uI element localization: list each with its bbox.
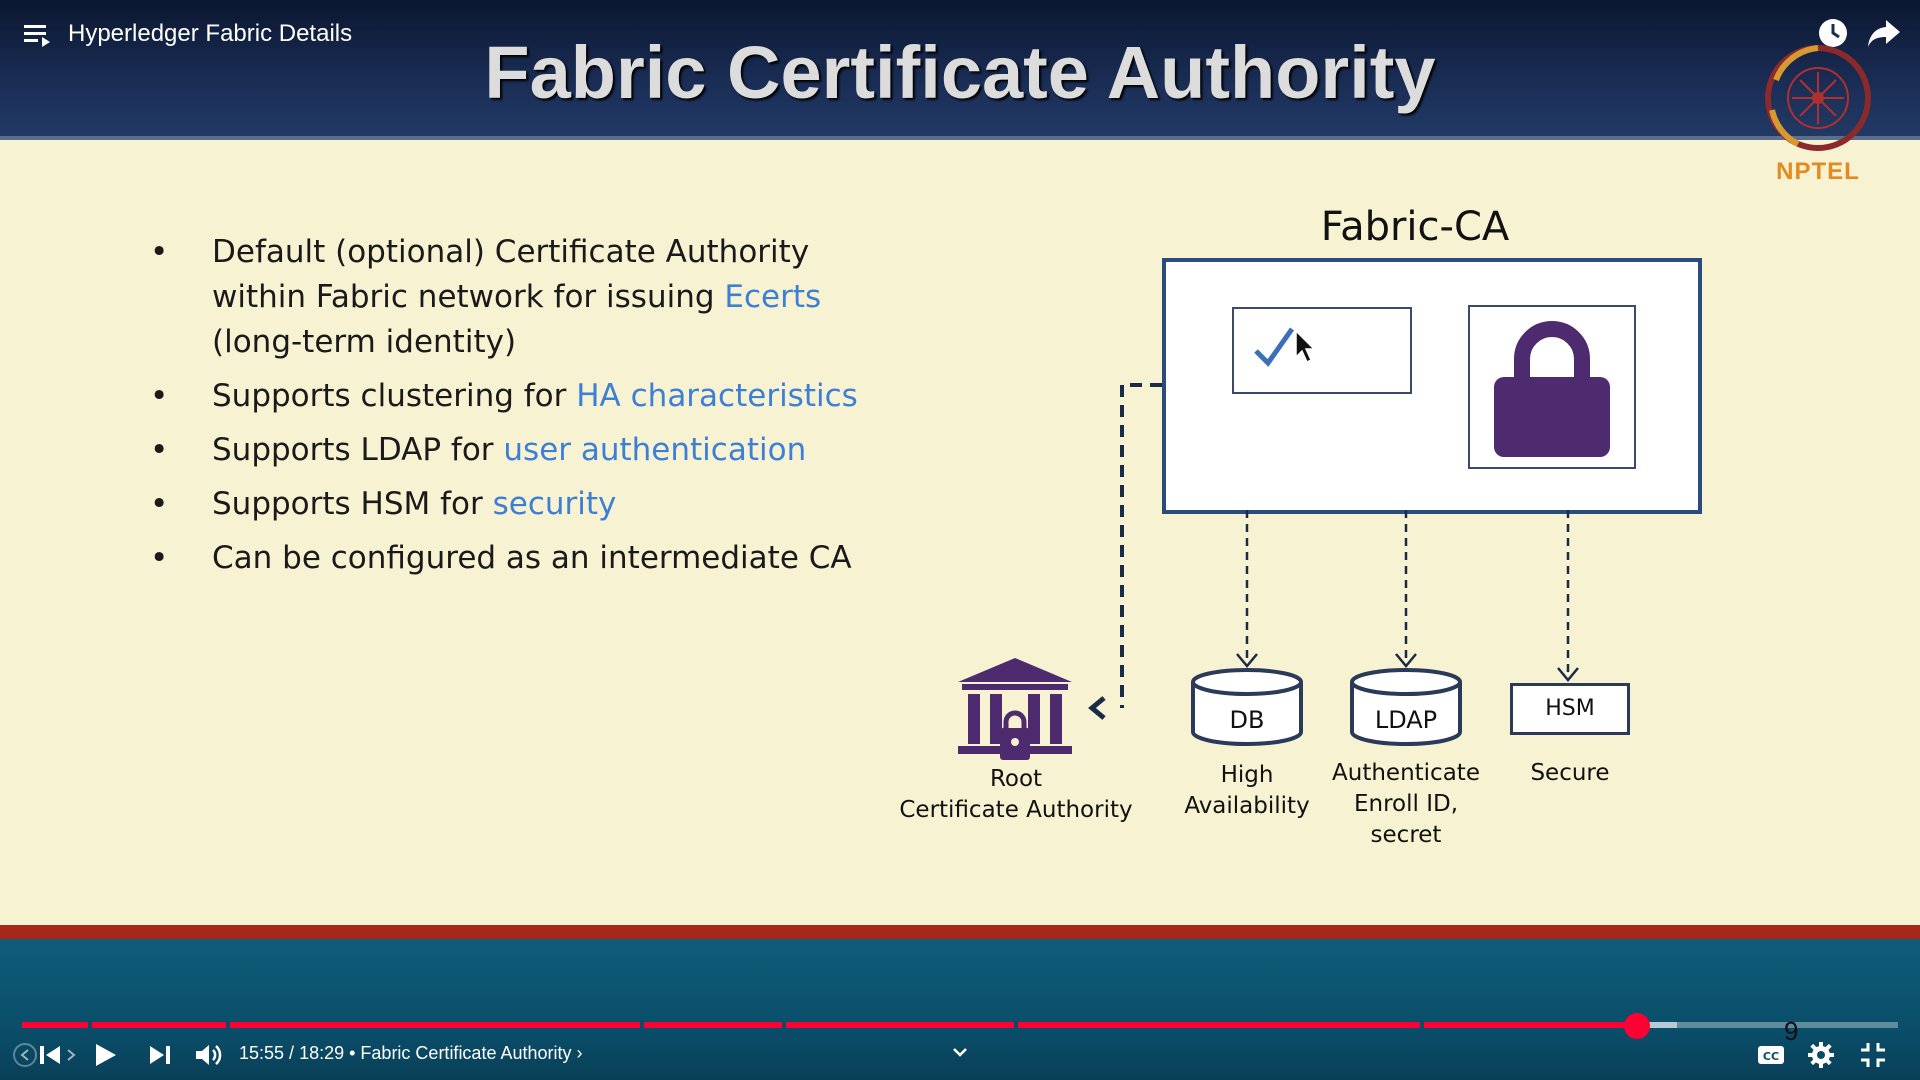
ldap-label: LDAP xyxy=(1374,706,1438,734)
bullet-list: Default (optional) Certificate Authority… xyxy=(150,230,910,590)
bullet-item: Supports clustering for HA characteristi… xyxy=(150,374,910,419)
bullet-text: (long-term identity) xyxy=(212,324,517,360)
highlight-term: HA characteristics xyxy=(576,378,858,414)
lock-panel xyxy=(1468,305,1636,469)
root-ca-caption: Root Certificate Authority xyxy=(896,764,1136,826)
progress-played xyxy=(22,1022,1638,1028)
chapter-marker: 9 xyxy=(1784,1016,1799,1046)
player-top-bar: Hyperledger Fabric Details xyxy=(0,0,1920,70)
chevron-down-icon[interactable] xyxy=(950,1044,970,1060)
exit-fullscreen-icon[interactable] xyxy=(1858,1040,1888,1070)
slide-footer-band xyxy=(0,925,1920,939)
caption-line: secret xyxy=(1370,822,1442,848)
checkbox-panel xyxy=(1232,307,1412,394)
next-icon[interactable] xyxy=(146,1040,172,1070)
chevron-right-icon: › xyxy=(571,1043,583,1063)
settings-gear-icon[interactable] xyxy=(1806,1040,1836,1070)
bullet-text: Can be configured as an intermediate CA xyxy=(212,540,852,576)
time-current: 15:55 xyxy=(239,1043,285,1063)
playlist-menu-icon[interactable] xyxy=(24,22,52,48)
nptel-emblem-icon xyxy=(1765,45,1871,151)
bullet-item: Default (optional) Certificate Authority… xyxy=(150,230,910,365)
chapter-gap xyxy=(88,1020,92,1030)
nptel-logo: NPTEL xyxy=(1758,40,1878,190)
mouse-cursor-icon xyxy=(1295,329,1316,364)
hsm-caption: Secure xyxy=(1530,760,1610,786)
chapter-gap xyxy=(1014,1020,1018,1030)
bank-lock-icon xyxy=(958,658,1072,760)
db-label: DB xyxy=(1229,706,1265,734)
caption-line: Certificate Authority xyxy=(899,797,1133,823)
header-divider xyxy=(0,136,1920,140)
video-title[interactable]: Hyperledger Fabric Details xyxy=(68,20,352,48)
captions-icon[interactable]: CC xyxy=(1756,1040,1786,1070)
bullet-item: Can be configured as an intermediate CA xyxy=(150,536,910,581)
bullet-text: Supports HSM for xyxy=(212,486,493,522)
padlock-icon xyxy=(1494,321,1610,457)
ldap-caption: Authenticate Enroll ID, secret xyxy=(1306,758,1506,851)
chapter-gap xyxy=(226,1020,230,1030)
play-icon[interactable] xyxy=(92,1040,118,1070)
chapter-gap xyxy=(782,1020,786,1030)
bullet-text: Supports clustering for xyxy=(212,378,577,414)
caption-line: Root xyxy=(989,766,1043,792)
caption-line: Authenticate xyxy=(1332,760,1480,786)
checkmark-icon xyxy=(1254,327,1316,367)
chapter-gap xyxy=(1420,1020,1424,1030)
chapter-gap xyxy=(640,1020,644,1030)
bullet-item: Supports HSM for security xyxy=(150,482,910,527)
nptel-logo-text: NPTEL xyxy=(1776,158,1860,185)
volume-icon[interactable] xyxy=(194,1040,224,1070)
bullet-item: Supports LDAP for user authentication xyxy=(150,428,910,473)
highlight-term: Ecerts xyxy=(724,279,822,315)
chapter-title-link[interactable]: Fabric Certificate Authority xyxy=(360,1043,571,1063)
highlight-term: user authentication xyxy=(503,432,807,468)
bullet-text: Default (optional) Certificate Authority… xyxy=(212,234,810,315)
previous-icon[interactable] xyxy=(38,1040,64,1070)
time-display: 15:55 / 18:29 • Fabric Certificate Autho… xyxy=(239,1043,583,1063)
fabric-ca-title: Fabric-CA xyxy=(1320,204,1510,250)
highlight-term: security xyxy=(492,486,617,522)
caption-line: Enroll ID, xyxy=(1353,791,1459,817)
bullet-text: Supports LDAP for xyxy=(212,432,504,468)
time-total: 18:29 xyxy=(299,1043,345,1063)
hsm-box: HSM xyxy=(1510,683,1630,735)
svg-text:CC: CC xyxy=(1763,1050,1779,1063)
